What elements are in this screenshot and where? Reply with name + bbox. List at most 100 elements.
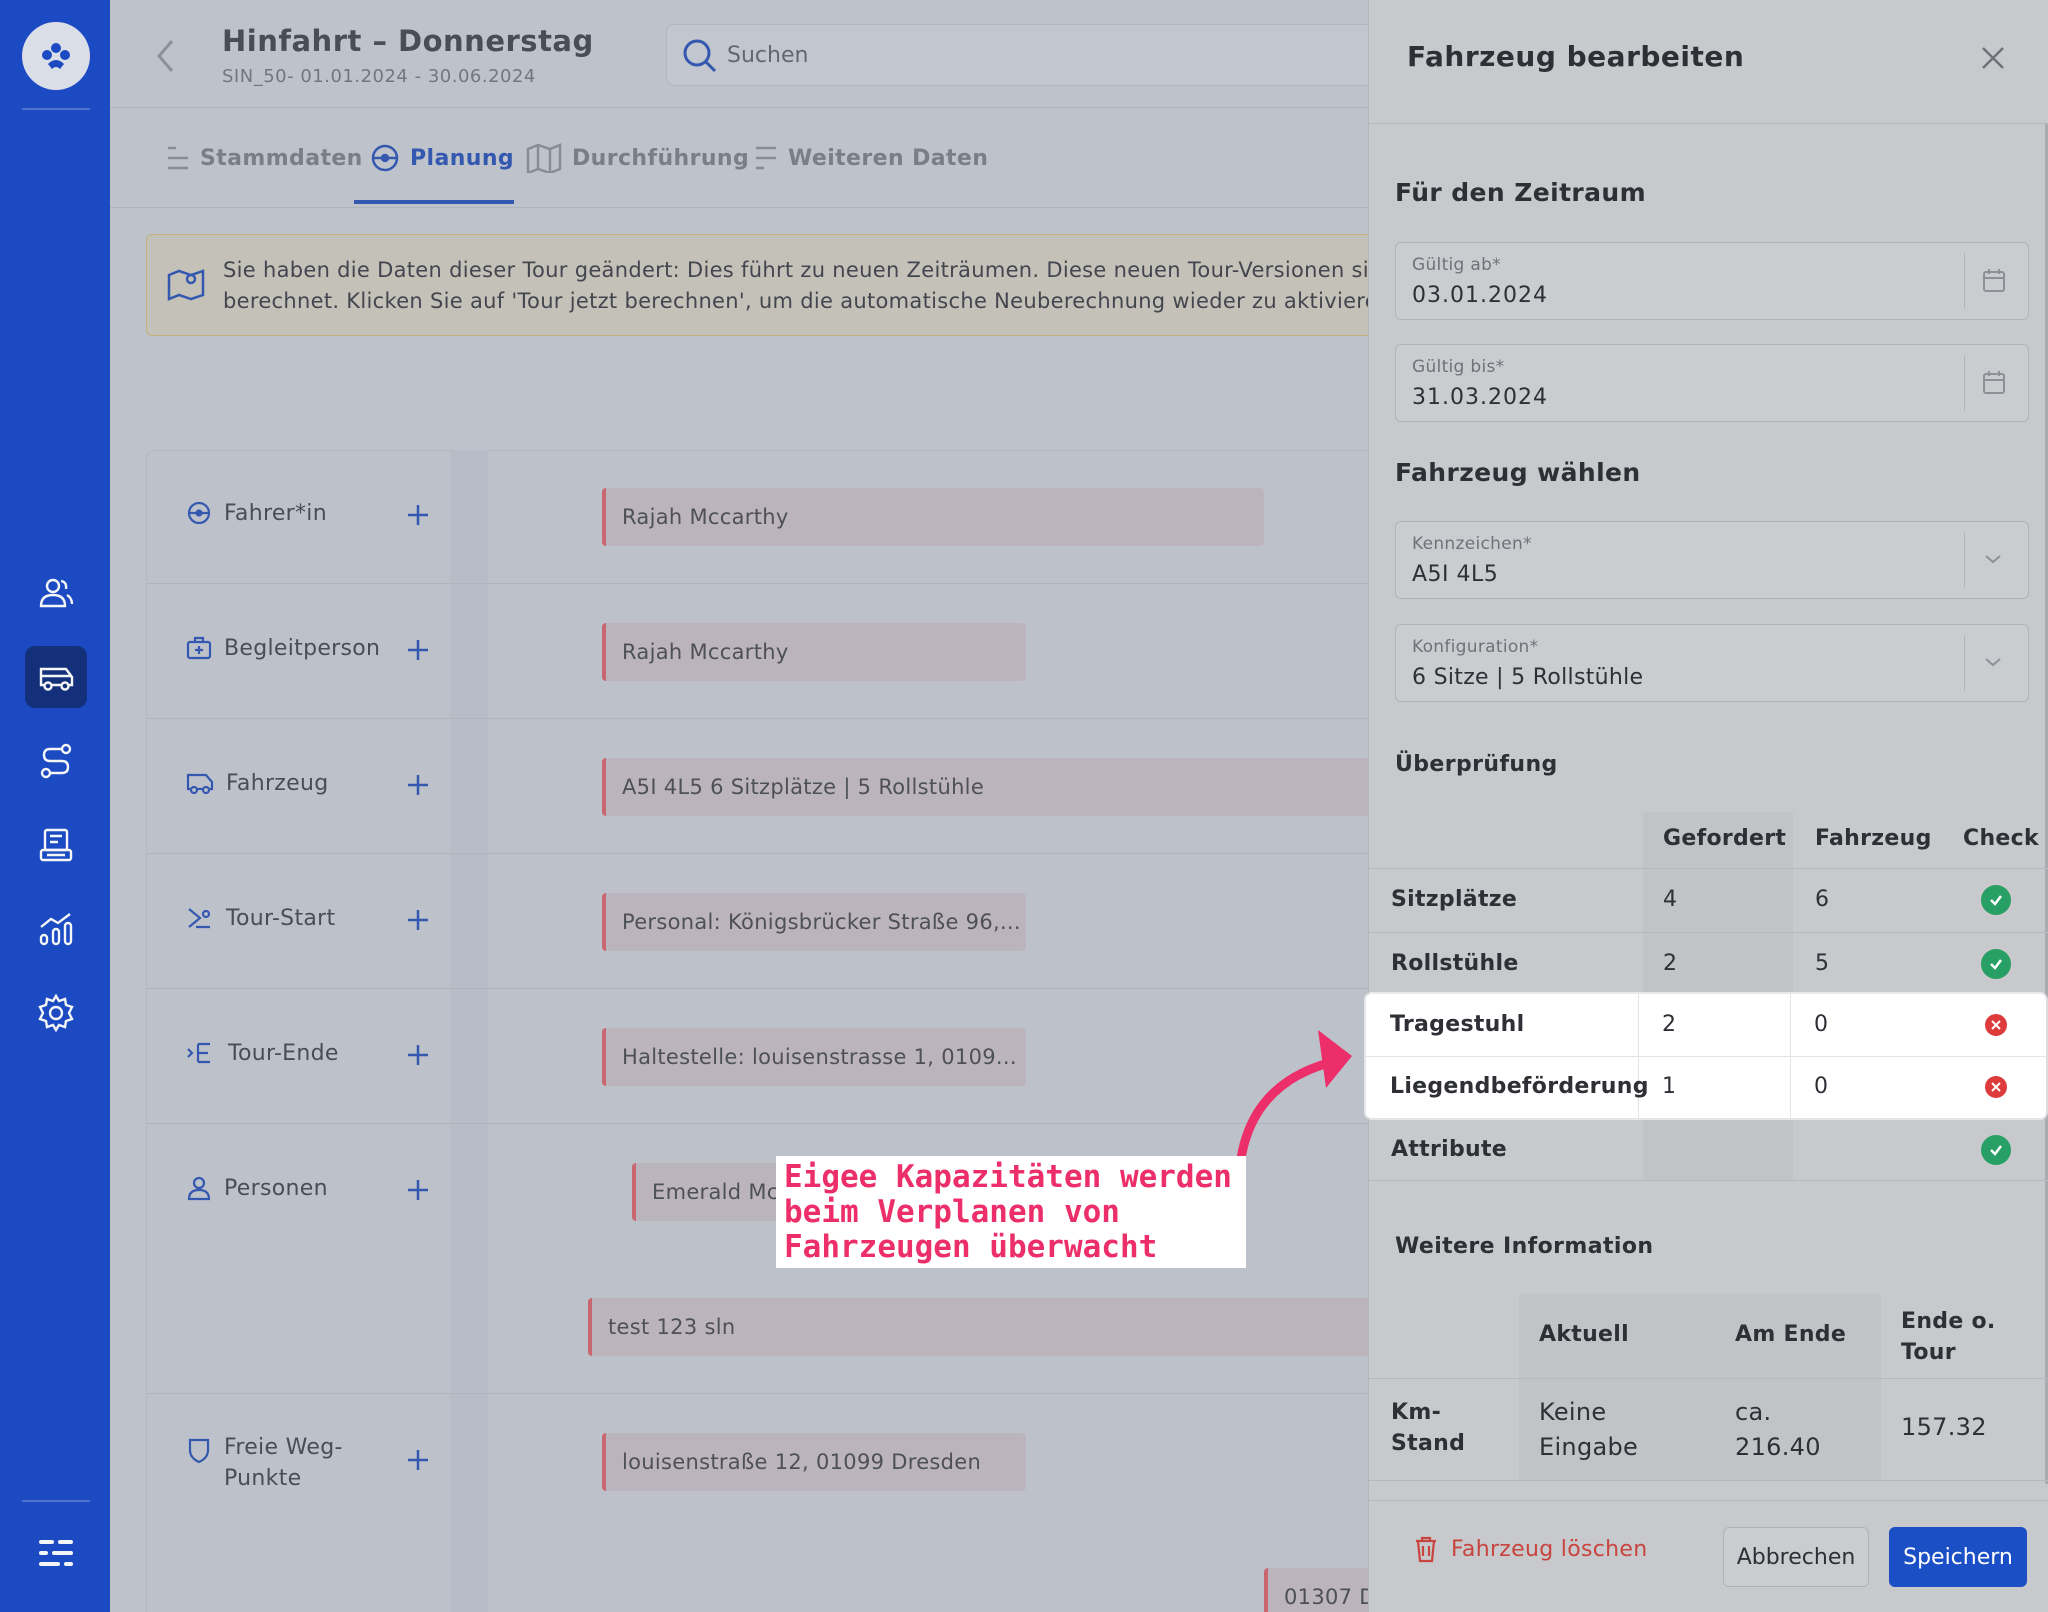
sidebar-item-statistics[interactable] bbox=[25, 898, 87, 960]
shield-icon bbox=[188, 1438, 210, 1464]
delete-label: Fahrzeug löschen bbox=[1451, 1536, 1648, 1562]
notice-line: berechnet. Klicken Sie auf 'Tour jetzt b… bbox=[223, 289, 1368, 313]
sidebar-menu-toggle[interactable] bbox=[25, 1522, 87, 1584]
row-name: Attribute bbox=[1391, 1137, 1507, 1162]
person-icon bbox=[187, 1176, 211, 1201]
edit-vehicle-drawer: Fahrzeug bearbeiten Für den Zeitraum Gül… bbox=[1368, 0, 2048, 1612]
sidebar-item-people[interactable] bbox=[25, 562, 87, 624]
tab-label: Planung bbox=[410, 145, 515, 171]
sidebar-divider bbox=[22, 1500, 90, 1502]
header-line: Ende o. bbox=[1901, 1309, 1996, 1334]
annotation-callout: Eigee Kapazitäten werden beim Verplanen … bbox=[776, 1156, 1246, 1268]
trash-icon bbox=[1416, 1536, 1436, 1563]
tab-stammdaten[interactable]: Stammdaten bbox=[166, 108, 363, 208]
sidebar-item-settings[interactable] bbox=[25, 982, 87, 1044]
main-content: Hinfahrt – Donnerstag SIN_50- 01.01.2024… bbox=[110, 0, 1368, 1612]
plus-icon bbox=[408, 640, 428, 660]
tab-durchfuehrung[interactable]: Durchführung bbox=[526, 108, 749, 208]
field-value: 6 Sitze | 5 Rollstühle bbox=[1412, 665, 1644, 690]
tab-planung[interactable]: Planung bbox=[370, 108, 514, 208]
configuration-select[interactable]: Konfiguration* 6 Sitze | 5 Rollstühle bbox=[1395, 624, 2029, 702]
gear-icon bbox=[38, 993, 74, 1033]
check-ok-icon bbox=[1981, 1135, 2011, 1165]
driver-chip[interactable]: Rajah Mccarthy bbox=[602, 488, 1264, 546]
add-companion-button[interactable] bbox=[406, 638, 430, 666]
header-required: Gefordert bbox=[1663, 826, 1787, 851]
row-name: Rollstühle bbox=[1391, 951, 1519, 976]
add-driver-button[interactable] bbox=[406, 503, 430, 531]
save-button[interactable]: Speichern bbox=[1889, 1527, 2027, 1587]
tour-start-chip[interactable]: Personal: Königsbrücker Straße 96,... bbox=[602, 893, 1026, 951]
plus-icon bbox=[408, 910, 428, 930]
cell-end: ca. 216.40 bbox=[1735, 1395, 1821, 1465]
person-chip[interactable]: test 123 sln bbox=[588, 1298, 1368, 1356]
row-label-text: Begleitperson bbox=[224, 635, 381, 661]
field-value: 03.01.2024 bbox=[1412, 283, 1548, 308]
sidebar-item-routes[interactable] bbox=[25, 730, 87, 792]
add-tour-start-button[interactable] bbox=[406, 908, 430, 936]
add-vehicle-button[interactable] bbox=[406, 773, 430, 801]
companion-chip[interactable]: Rajah Mccarthy bbox=[602, 623, 1026, 681]
planning-column-divider bbox=[450, 450, 488, 1612]
waypoint-chip[interactable]: 01307 D bbox=[1264, 1568, 1368, 1612]
back-button[interactable] bbox=[154, 38, 178, 78]
row-divider bbox=[1369, 1180, 2048, 1181]
table-row: Attribute bbox=[1369, 1118, 2048, 1182]
close-button[interactable] bbox=[1979, 44, 2007, 76]
plus-icon bbox=[408, 775, 428, 795]
cell-current: Keine Eingabe bbox=[1539, 1395, 1638, 1465]
row-divider bbox=[1369, 1480, 2048, 1481]
medical-bag-icon bbox=[186, 636, 212, 660]
check-ok-icon bbox=[1981, 949, 2011, 979]
plus-icon bbox=[408, 505, 428, 525]
row-label-persons: Personen bbox=[186, 1175, 328, 1201]
field-label: Gültig ab* bbox=[1412, 255, 1501, 275]
row-name: Km- Stand bbox=[1391, 1397, 1465, 1459]
search-input[interactable] bbox=[727, 25, 1327, 85]
row-divider bbox=[1366, 1056, 2046, 1057]
tour-start-icon bbox=[188, 908, 211, 929]
chevron-down-icon[interactable] bbox=[1982, 546, 2004, 576]
cell-line: 216.40 bbox=[1735, 1433, 1821, 1461]
delete-vehicle-button[interactable]: Fahrzeug löschen bbox=[1413, 1535, 1647, 1563]
waypoint-chip[interactable]: louisenstraße 12, 01099 Dresden bbox=[602, 1433, 1026, 1491]
search-box[interactable] bbox=[666, 24, 1368, 86]
row-label-vehicle: Fahrzeug bbox=[186, 770, 329, 796]
valid-from-field[interactable]: Gültig ab* 03.01.2024 bbox=[1395, 242, 2029, 320]
cell-line: Keine bbox=[1539, 1398, 1607, 1426]
plate-select[interactable]: Kennzeichen* A5I 4L5 bbox=[1395, 521, 2029, 599]
calendar-icon[interactable] bbox=[1982, 267, 2006, 297]
row-label-text: Tour-Start bbox=[226, 905, 336, 931]
vehicle-chip[interactable]: A5I 4L5 6 Sitzplätze | 5 Rollstühle bbox=[602, 758, 1368, 816]
table-row: Km- Stand Keine Eingabe ca. 216.40 157.3… bbox=[1369, 1378, 2048, 1480]
tour-end-chip[interactable]: Haltestelle: louisenstrasse 1, 0109... bbox=[602, 1028, 1026, 1086]
check-fail-icon bbox=[1985, 1014, 2007, 1036]
chart-icon bbox=[39, 913, 73, 946]
row-name: Sitzplätze bbox=[1391, 887, 1518, 912]
sidebar-item-vehicles[interactable] bbox=[25, 646, 87, 708]
valid-to-field[interactable]: Gültig bis* 31.03.2024 bbox=[1395, 344, 2029, 422]
list-icon bbox=[168, 146, 188, 170]
add-person-button[interactable] bbox=[406, 1178, 430, 1206]
add-waypoint-button[interactable] bbox=[406, 1448, 430, 1476]
calendar-icon[interactable] bbox=[1982, 369, 2006, 399]
header-check: Check bbox=[1963, 826, 2039, 851]
add-tour-end-button[interactable] bbox=[406, 1043, 430, 1071]
field-divider bbox=[1964, 532, 1965, 588]
drawer-footer: Fahrzeug löschen Abbrechen Speichern bbox=[1369, 1500, 2048, 1612]
row-label-text: Fahrer*in bbox=[224, 500, 327, 526]
sidebar-item-documents[interactable] bbox=[25, 814, 87, 876]
chevron-down-icon[interactable] bbox=[1982, 649, 2004, 679]
tab-weitere-daten[interactable]: Weiteren Daten bbox=[754, 108, 988, 208]
cell-line: ca. bbox=[1735, 1398, 1772, 1426]
plus-icon bbox=[408, 1180, 428, 1200]
row-label-companion: Begleitperson bbox=[186, 635, 380, 661]
field-divider bbox=[1964, 355, 1965, 411]
cancel-button[interactable]: Abbrechen bbox=[1723, 1527, 1869, 1587]
cell-tour-end: 157.32 bbox=[1901, 1413, 1987, 1441]
app-logo[interactable] bbox=[22, 22, 90, 90]
row-vehicle: 5 bbox=[1815, 951, 1830, 976]
header-vehicle: Fahrzeug bbox=[1815, 826, 1932, 851]
map-pin-icon bbox=[167, 265, 205, 305]
route-icon bbox=[40, 743, 72, 779]
